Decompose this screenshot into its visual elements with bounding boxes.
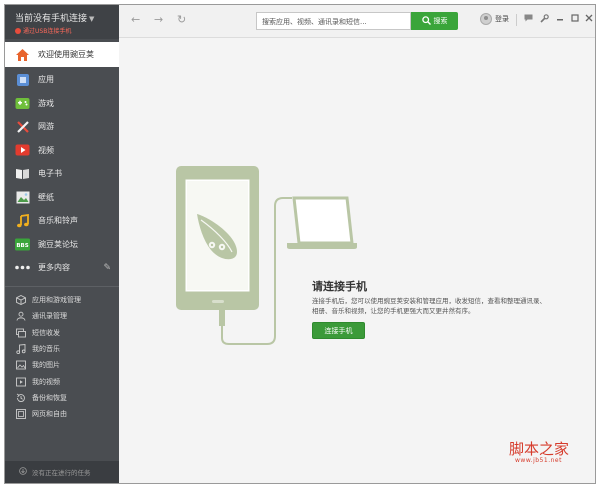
sidebar-item-label: 豌豆荚论坛 [38,239,78,249]
download-icon [19,467,27,477]
sidebar-item-contacts[interactable]: 通讯录管理 [5,308,119,324]
sidebar-item-music[interactable]: 音乐和铃声 [5,209,119,233]
forward-arrow-icon[interactable]: → [154,13,163,26]
sidebar-item-label: 网页和自由 [32,410,67,419]
sidebar-item-label: 我的视频 [32,377,60,386]
sidebar: 当前没有手机连接 ▼ 通过USB连接手机 欢迎使用豌豆荚 应用 游戏 网游 视频… [5,5,119,483]
sidebar-item-label: 备份和恢复 [32,393,67,402]
main-panel: 请连接手机 连接手机后，您可以使用豌豆荚安装和管理应用，收发短信，查看和整理通讯… [119,38,595,483]
backup-icon [16,393,26,403]
sidebar-item-label: 网游 [38,122,54,132]
device-status: 通过USB连接手机 [15,26,71,35]
close-icon[interactable] [585,14,593,24]
sidebar-item-label: 壁纸 [38,192,54,202]
sidebar-item-my-videos[interactable]: 我的视频 [5,373,119,389]
minimize-icon[interactable] [556,14,564,24]
sidebar-item-label: 短信收发 [32,328,60,337]
sidebar-divider [5,286,119,287]
music-icon [15,213,30,228]
sidebar-item-backup[interactable]: 备份和恢复 [5,390,119,406]
refresh-icon[interactable]: ↻ [177,13,186,26]
sidebar-item-forum[interactable]: BBS 豌豆荚论坛 [5,233,119,257]
sidebar-item-video[interactable]: 视频 [5,139,119,163]
sidebar-item-label: 欢迎使用豌豆荚 [38,50,94,59]
svg-text:BBS: BBS [16,243,28,249]
sidebar-item-label: 应用 [38,75,54,85]
sidebar-item-label: 我的音乐 [32,345,60,354]
search-button[interactable]: 搜索 [411,12,458,30]
more-dots-icon [15,260,30,275]
picture-icon [16,360,26,370]
sidebar-item-web[interactable]: 网页和自由 [5,406,119,422]
sidebar-item-app-manager[interactable]: 应用和游戏管理 [5,292,119,308]
message-icon[interactable] [524,14,533,24]
sidebar-item-label: 游戏 [38,98,54,108]
connect-description: 连接手机后，您可以使用豌豆荚安装和管理应用，收发短信，查看和整理通讯录、相册、音… [312,297,546,315]
sidebar-item-welcome[interactable]: 欢迎使用豌豆荚 [5,42,119,67]
top-toolbar: ← → ↻ 搜索应用、视频、通讯录和短信... 搜索 登录 [119,5,595,38]
search-placeholder: 搜索应用、视频、通讯录和短信... [262,18,367,26]
sidebar-item-label: 电子书 [38,169,62,179]
cube-icon [16,295,26,306]
sidebar-item-label: 通讯录管理 [32,312,67,321]
swords-icon [15,119,30,134]
film-icon [16,377,26,387]
home-icon [15,47,30,62]
toolbar-divider [516,14,517,26]
task-status-bar[interactable]: 没有正在进行的任务 [5,461,119,483]
wallpaper-icon [15,190,30,205]
note-icon [16,344,26,355]
sidebar-item-more[interactable]: 更多内容 ✎ [5,256,119,280]
sidebar-item-label: 视频 [38,145,54,155]
book-icon [15,166,30,181]
web-icon [16,409,26,420]
sidebar-item-my-pictures[interactable]: 我的图片 [5,357,119,373]
watermark-logo: 脚本之家 [509,440,570,458]
sidebar-item-label: 更多内容 [38,263,70,273]
back-arrow-icon[interactable]: ← [131,13,140,26]
bbs-icon: BBS [15,237,30,252]
sidebar-item-label: 应用和游戏管理 [32,296,81,305]
sidebar-item-ebooks[interactable]: 电子书 [5,162,119,186]
sidebar-item-my-music[interactable]: 我的音乐 [5,341,119,357]
sidebar-tools: 应用和游戏管理 通讯录管理 短信收发 我的音乐 我的图片 我的视频 备份和恢复 … [5,292,119,422]
apps-icon [15,72,30,87]
task-status-label: 没有正在进行的任务 [32,469,91,477]
gamepad-icon [15,96,30,111]
sidebar-item-wallpaper[interactable]: 壁纸 [5,186,119,210]
sidebar-item-sms[interactable]: 短信收发 [5,325,119,341]
watermark-url: www.jb51.net [515,457,562,464]
connect-phone-button[interactable]: 连接手机 [312,322,365,339]
search-input[interactable]: 搜索应用、视频、通讯录和短信... [256,12,411,30]
phone-laptop-illustration [176,166,357,345]
sidebar-item-apps[interactable]: 应用 [5,68,119,92]
status-dot-icon [15,28,21,34]
login-label: 登录 [495,15,509,23]
connect-title: 请连接手机 [312,280,367,293]
avatar [480,13,492,25]
sidebar-item-label: 我的图片 [32,361,60,370]
settings-wrench-icon[interactable] [540,14,549,25]
sidebar-item-label: 音乐和铃声 [38,216,78,226]
sidebar-item-online-games[interactable]: 网游 [5,115,119,139]
device-header[interactable]: 当前没有手机连接 ▼ 通过USB连接手机 [5,5,119,39]
video-play-icon [15,143,30,158]
contacts-icon [16,311,26,322]
wrench-icon[interactable]: ✎ [103,263,111,273]
device-name[interactable]: 当前没有手机连接 ▼ [15,11,94,24]
sms-icon [16,328,26,338]
device-status-label: 通过USB连接手机 [23,28,72,35]
maximize-icon[interactable] [571,14,579,24]
login-button[interactable]: 登录 [480,13,509,25]
chevron-down-icon: ▼ [89,15,95,23]
sidebar-nav: 欢迎使用豌豆荚 应用 游戏 网游 视频 电子书 壁纸 音乐和铃声 BBS 豌豆荚… [5,42,119,280]
device-name-label: 当前没有手机连接 [15,14,88,24]
search-icon [421,15,431,27]
search-button-label: 搜索 [433,17,448,25]
app-window: 当前没有手机连接 ▼ 通过USB连接手机 欢迎使用豌豆荚 应用 游戏 网游 视频… [4,4,596,484]
sidebar-item-games[interactable]: 游戏 [5,92,119,116]
